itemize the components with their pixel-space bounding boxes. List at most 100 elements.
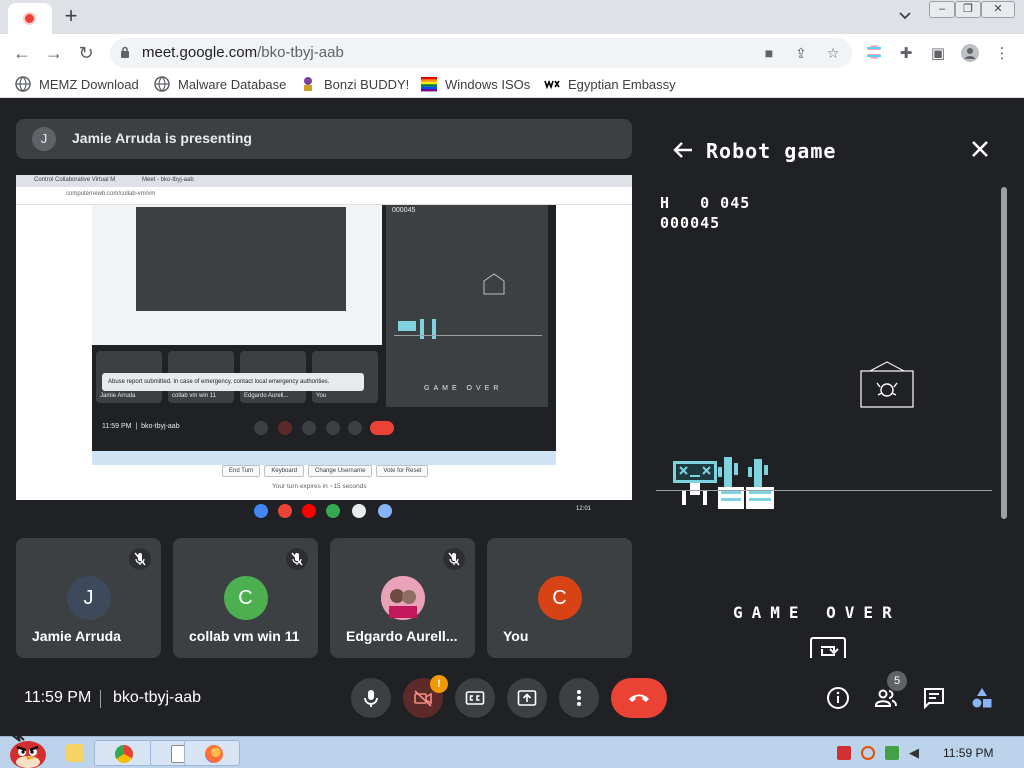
close-window-button[interactable]: ✕ bbox=[981, 1, 1015, 18]
reload-button[interactable]: ↻ bbox=[75, 42, 97, 64]
chat-icon[interactable] bbox=[922, 686, 946, 710]
bookmarks-bar: MEMZ Download Malware Database Bonzi BUD… bbox=[0, 72, 1024, 98]
shared-change-username-button: Change Username bbox=[308, 465, 373, 477]
present-screen-button[interactable] bbox=[507, 678, 547, 718]
shared-meet-bar: 11:59 PM | bko-tbyj-aab bbox=[92, 407, 556, 451]
bookmark-memz-download[interactable]: MEMZ Download bbox=[15, 76, 139, 94]
ground-line bbox=[656, 490, 992, 491]
shared-time-text: 11:59 PM bbox=[102, 423, 132, 430]
restore-button[interactable]: ❐ bbox=[955, 1, 981, 18]
participant-photo-avatar bbox=[380, 576, 425, 620]
shared-present-button bbox=[326, 421, 340, 435]
robot-game-panel: Robot game H 0 045 000045 GAME OVER bbox=[648, 119, 1008, 658]
tab-search-icon[interactable] bbox=[896, 8, 914, 26]
tray-error-icon[interactable] bbox=[837, 746, 851, 760]
shared-end-turn-button: End Turn bbox=[222, 465, 261, 477]
camera-in-use-icon[interactable]: ■ bbox=[760, 44, 778, 62]
back-arrow-icon[interactable] bbox=[672, 139, 696, 163]
close-panel-icon[interactable] bbox=[968, 139, 992, 163]
tray-battery-icon[interactable] bbox=[885, 746, 899, 760]
shared-meet-icon bbox=[326, 504, 340, 518]
turn-expiry-note: Your turn expires in ~15 seconds bbox=[272, 483, 367, 490]
shared-screen[interactable]: Control Collaborative Virtual M Meet - b… bbox=[16, 175, 632, 522]
address-bar[interactable]: meet.google.com/bko-tbyj-aab ■ ⇪ ☆ bbox=[110, 38, 852, 68]
minimize-button[interactable]: – bbox=[929, 1, 955, 18]
rainbow-flag-icon bbox=[421, 76, 437, 92]
start-angry-bird-icon[interactable] bbox=[4, 731, 48, 768]
share-icon[interactable]: ⇪ bbox=[792, 44, 810, 62]
participant-avatar: C bbox=[223, 576, 268, 620]
microphone-button[interactable] bbox=[351, 678, 391, 718]
browser-tab-meet[interactable] bbox=[8, 3, 52, 34]
microphone-icon bbox=[364, 690, 378, 707]
meeting-code: bko-tbyj-aab bbox=[113, 689, 202, 706]
bookmark-egyptian-embassy[interactable]: Egyptian Embassy bbox=[544, 76, 676, 94]
presenting-text: Jamie Arruda is presenting bbox=[72, 130, 252, 146]
panel-scrollbar[interactable] bbox=[1001, 187, 1007, 519]
camera-off-icon bbox=[414, 690, 432, 707]
participant-tile[interactable]: J Jamie Arruda bbox=[16, 538, 161, 658]
bookmark-bonzi-buddy[interactable]: Bonzi BUDDY! bbox=[300, 76, 409, 94]
mic-off-icon bbox=[443, 548, 465, 570]
globe-icon bbox=[154, 76, 170, 92]
bookmark-star-icon[interactable]: ☆ bbox=[824, 44, 842, 62]
shared-tile-label: Jamie Arruda bbox=[100, 393, 136, 399]
bookmark-malware-database[interactable]: Malware Database bbox=[154, 76, 286, 94]
shared-nested-share bbox=[92, 205, 382, 345]
shared-settings-icon bbox=[378, 504, 392, 518]
participant-tile-self[interactable]: C You bbox=[487, 538, 632, 658]
recording-icon bbox=[23, 12, 36, 25]
abuse-report-toast: Abuse report submitted. In case of emerg… bbox=[102, 373, 364, 391]
url-text: meet.google.com/bko-tbyj-aab bbox=[142, 44, 344, 61]
shared-game-score: 000045 bbox=[392, 207, 416, 214]
shared-tab-2: Meet - bko-tbyj-aab bbox=[142, 177, 194, 183]
taskbar-clock: 11:59 PM bbox=[943, 746, 994, 760]
camera-warning-badge: ! bbox=[430, 675, 448, 693]
extension-flag-icon[interactable] bbox=[864, 44, 884, 64]
activities-icon[interactable] bbox=[970, 686, 994, 710]
shared-tile-label: You bbox=[316, 393, 327, 399]
side-panel-icon[interactable]: ▣ bbox=[928, 44, 948, 64]
meeting-info-icon[interactable] bbox=[826, 686, 850, 710]
tray-search-icon[interactable] bbox=[861, 746, 875, 760]
menu-kebab-icon[interactable]: ⋮ bbox=[992, 44, 1012, 64]
participant-avatar: C bbox=[537, 576, 582, 620]
shared-more-button bbox=[348, 421, 362, 435]
forward-button[interactable]: → bbox=[43, 42, 65, 64]
shared-tab-1: Control Collaborative Virtual M bbox=[34, 177, 116, 183]
participant-tile[interactable]: C collab vm win 11 bbox=[173, 538, 318, 658]
shared-cc-button bbox=[302, 421, 316, 435]
profile-avatar-icon[interactable] bbox=[960, 44, 980, 64]
captions-button[interactable] bbox=[455, 678, 495, 718]
windows-taskbar: ◀ 11:59 PM bbox=[0, 732, 1024, 768]
more-vert-icon bbox=[577, 690, 581, 706]
panel-title: Robot game bbox=[706, 139, 837, 163]
shared-tile-label: Edgardo Aurell... bbox=[244, 393, 289, 399]
shared-tab-strip: Control Collaborative Virtual M Meet - b… bbox=[16, 175, 632, 187]
extensions-puzzle-icon[interactable]: ✚ bbox=[896, 44, 916, 64]
shared-app-icon bbox=[352, 504, 366, 518]
shared-ground-line bbox=[394, 335, 542, 336]
bonzi-icon bbox=[300, 76, 316, 92]
presenter-avatar: J bbox=[32, 127, 56, 151]
restart-icon[interactable] bbox=[810, 637, 846, 658]
mic-off-icon bbox=[286, 548, 308, 570]
wix-icon bbox=[544, 76, 560, 92]
new-tab-button[interactable]: + bbox=[60, 5, 82, 27]
lock-icon bbox=[121, 46, 129, 58]
back-button[interactable]: ← bbox=[11, 42, 33, 64]
shared-gmail-icon bbox=[278, 504, 292, 518]
end-call-button[interactable] bbox=[611, 678, 667, 718]
more-options-button[interactable] bbox=[559, 678, 599, 718]
taskbar-chrome[interactable] bbox=[94, 740, 152, 766]
participant-avatar: J bbox=[66, 576, 111, 620]
tray-volume-icon[interactable]: ◀ bbox=[909, 746, 923, 760]
participant-name: You bbox=[503, 628, 529, 644]
meeting-time: 11:59 PM bbox=[24, 689, 92, 706]
robot-crashed-icon bbox=[673, 457, 774, 509]
taskbar-firefox[interactable] bbox=[184, 740, 240, 766]
participant-tile[interactable]: Edgardo Aurell... bbox=[330, 538, 475, 658]
quicklaunch-folder-icon[interactable] bbox=[58, 740, 90, 766]
nested-meet-thumbnail bbox=[136, 207, 346, 311]
bookmark-windows-isos[interactable]: Windows ISOs bbox=[421, 76, 530, 94]
